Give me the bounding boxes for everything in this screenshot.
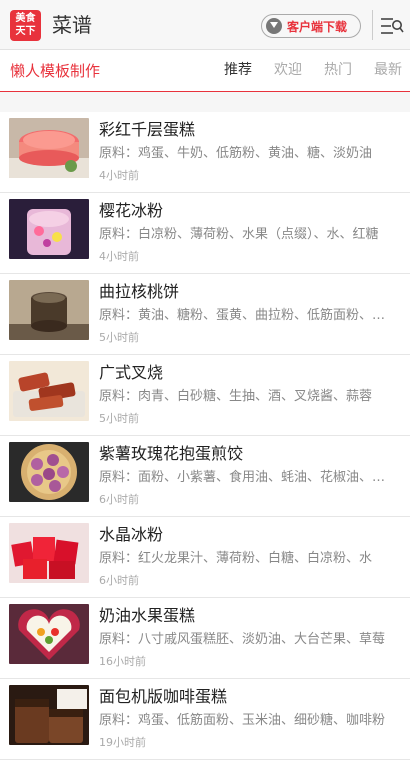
- logo-line1: 美食: [15, 13, 36, 24]
- download-app-button[interactable]: 客户端下载: [261, 14, 361, 38]
- recipe-thumbnail: [9, 685, 89, 745]
- recipe-time: 19小时前: [99, 736, 146, 749]
- recipe-thumbnail: [9, 523, 89, 583]
- recipe-ingredients: 原料：八寸戚风蛋糕胚、淡奶油、大台芒果、草莓: [99, 632, 386, 647]
- recipe-time: 6小时前: [99, 493, 139, 506]
- page-title: 菜谱: [52, 13, 92, 37]
- download-icon: [266, 18, 282, 34]
- logo-line2: 天下: [15, 26, 36, 37]
- recipe-ingredients: 原料：红火龙果汁、薄荷粉、白糖、白凉粉、水: [99, 551, 373, 566]
- recipe-ingredients: 原料：鸡蛋、牛奶、低筋粉、黄油、糖、淡奶油: [99, 146, 373, 161]
- tab-latest[interactable]: 最新: [374, 50, 402, 90]
- recipe-ingredients: 原料：面粉、小紫薯、食用油、蚝油、花椒油、鸡蛋: [99, 470, 392, 485]
- recipe-thumbnail: [9, 604, 89, 664]
- recipe-title: 水晶冰粉: [99, 525, 164, 544]
- recipe-time: 5小时前: [99, 412, 139, 425]
- recipe-thumbnail: [9, 118, 89, 178]
- recipe-thumbnail: [9, 442, 89, 502]
- download-label: 客户端下载: [287, 19, 348, 34]
- recipe-ingredients: 原料：白凉粉、薄荷粉、水果（点缀）、水、红糖: [99, 227, 379, 242]
- recipe-ingredients: 原料：肉青、白砂糖、生抽、酒、叉烧酱、蒜蓉: [99, 389, 373, 404]
- recipe-item[interactable]: 樱花冰粉 原料：白凉粉、薄荷粉、水果（点缀）、水、红糖 4小时前: [0, 193, 410, 274]
- recipe-item[interactable]: 面包机版咖啡蛋糕 原料：鸡蛋、低筋面粉、玉米油、细砂糖、咖啡粉 19小时前: [0, 679, 410, 760]
- tab-welcome[interactable]: 欢迎: [274, 50, 302, 90]
- menu-search-icon[interactable]: [380, 16, 404, 36]
- recipe-thumbnail: [9, 361, 89, 421]
- section-spacer: [0, 92, 410, 112]
- recipe-thumbnail: [9, 199, 89, 259]
- recipe-item[interactable]: 奶油水果蛋糕 原料：八寸戚风蛋糕胚、淡奶油、大台芒果、草莓 16小时前: [0, 598, 410, 679]
- recipe-title: 奶油水果蛋糕: [99, 606, 196, 625]
- recipe-item[interactable]: 广式叉烧 原料：肉青、白砂糖、生抽、酒、叉烧酱、蒜蓉 5小时前: [0, 355, 410, 436]
- recipe-ingredients: 原料：黄油、糖粉、蛋黄、曲拉粉、低筋面粉、核桃: [99, 308, 392, 323]
- recipe-title: 曲拉核桃饼: [99, 282, 180, 301]
- recipe-item[interactable]: 紫薯玫瑰花抱蛋煎饺 原料：面粉、小紫薯、食用油、蚝油、花椒油、鸡蛋 6小时前: [0, 436, 410, 517]
- recipe-time: 5小时前: [99, 331, 139, 344]
- recipe-item[interactable]: 曲拉核桃饼 原料：黄油、糖粉、蛋黄、曲拉粉、低筋面粉、核桃 5小时前: [0, 274, 410, 355]
- recipe-title: 面包机版咖啡蛋糕: [99, 687, 228, 706]
- top-header: 美食 天下 菜谱 客户端下载: [0, 0, 410, 50]
- recipe-title: 紫薯玫瑰花抱蛋煎饺: [99, 444, 244, 463]
- tab-hot[interactable]: 热门: [324, 50, 352, 90]
- recipe-item[interactable]: 水晶冰粉 原料：红火龙果汁、薄荷粉、白糖、白凉粉、水 6小时前: [0, 517, 410, 598]
- category-title: 懒人模板制作: [10, 62, 101, 80]
- header-divider: [372, 10, 373, 40]
- recipe-title: 广式叉烧: [99, 363, 164, 382]
- recipe-time: 4小时前: [99, 250, 139, 263]
- tab-recommend[interactable]: 推荐: [224, 50, 252, 90]
- recipe-time: 6小时前: [99, 574, 139, 587]
- recipe-item[interactable]: 彩红千层蛋糕 原料：鸡蛋、牛奶、低筋粉、黄油、糖、淡奶油 4小时前: [0, 112, 410, 193]
- recipe-ingredients: 原料：鸡蛋、低筋面粉、玉米油、细砂糖、咖啡粉: [99, 713, 386, 728]
- recipe-list: 彩红千层蛋糕 原料：鸡蛋、牛奶、低筋粉、黄油、糖、淡奶油 4小时前 樱花冰粉 原…: [0, 112, 410, 760]
- tab-bar: 推荐 欢迎 热门 最新: [224, 50, 410, 90]
- recipe-time: 4小时前: [99, 169, 139, 182]
- recipe-thumbnail: [9, 280, 89, 340]
- site-logo[interactable]: 美食 天下: [10, 10, 41, 41]
- recipe-title: 樱花冰粉: [99, 201, 164, 220]
- recipe-time: 16小时前: [99, 655, 146, 668]
- sub-navigation: 懒人模板制作 推荐 欢迎 热门 最新: [0, 50, 410, 92]
- recipe-title: 彩红千层蛋糕: [99, 120, 196, 139]
